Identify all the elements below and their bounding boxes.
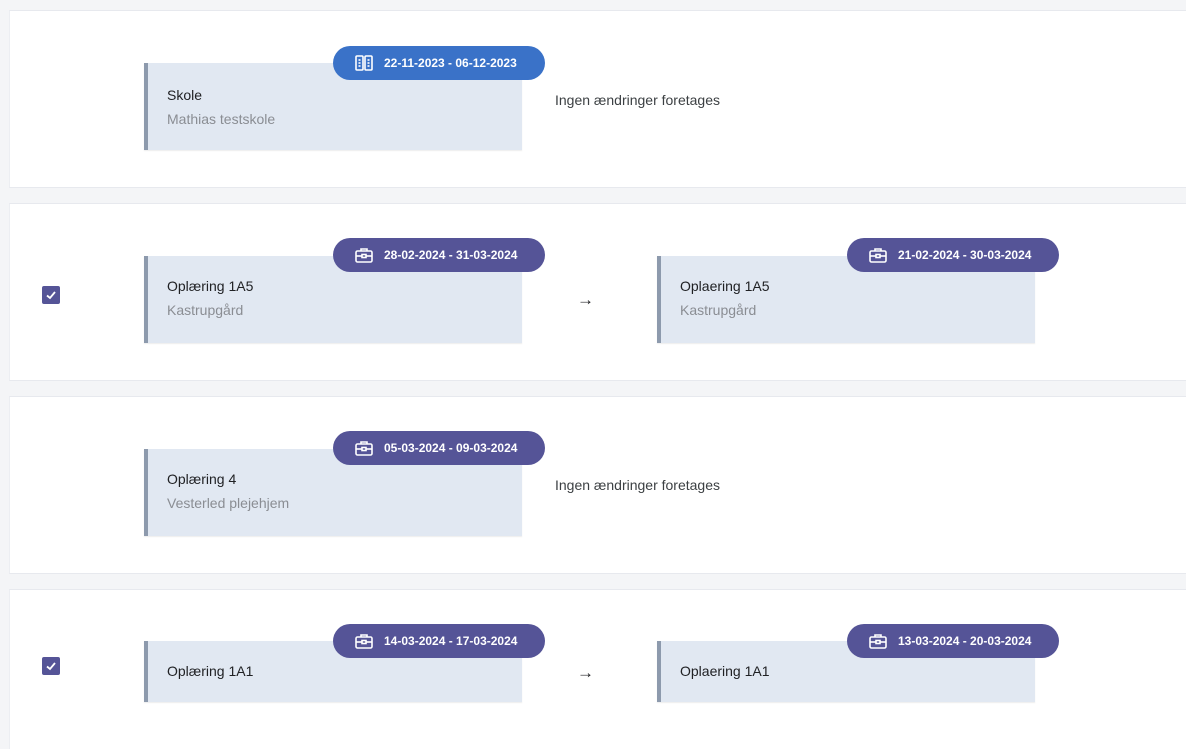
card-subtitle: Vesterled plejehjem bbox=[167, 495, 290, 511]
card-title: Oplæring 4 bbox=[167, 471, 237, 487]
row-checkbox[interactable] bbox=[42, 657, 60, 675]
date-range-text: 28-02-2024 - 31-03-2024 bbox=[384, 248, 518, 262]
card-subtitle: Mathias testskole bbox=[167, 111, 276, 127]
date-range-badge: 05-03-2024 - 09-03-2024 bbox=[333, 431, 545, 465]
date-range-badge: 14-03-2024 - 17-03-2024 bbox=[333, 624, 545, 658]
card-title: Oplaering 1A1 bbox=[680, 663, 770, 679]
card-subtitle: Kastrupgård bbox=[680, 302, 757, 318]
date-range-text: 22-11-2023 - 06-12-2023 bbox=[384, 56, 517, 70]
change-row: Oplæring 1A5 Kastrupgård 28-02-2024 - 31… bbox=[9, 203, 1186, 381]
date-range-badge: 21-02-2024 - 30-03-2024 bbox=[847, 238, 1059, 272]
date-range-badge: 13-03-2024 - 20-03-2024 bbox=[847, 624, 1059, 658]
checkmark-icon bbox=[46, 662, 56, 671]
arrow-right-icon: → bbox=[577, 663, 594, 682]
date-range-text: 05-03-2024 - 09-03-2024 bbox=[384, 441, 518, 455]
card-title: Oplæring 1A5 bbox=[167, 278, 254, 294]
no-change-note: Ingen ændringer foretages bbox=[555, 477, 720, 493]
card-title: Skole bbox=[167, 87, 203, 103]
no-change-note: Ingen ændringer foretages bbox=[555, 92, 720, 108]
briefcase-icon bbox=[867, 244, 889, 266]
date-range-text: 13-03-2024 - 20-03-2024 bbox=[898, 634, 1032, 648]
card-subtitle: Kastrupgård bbox=[167, 302, 244, 318]
school-icon bbox=[353, 52, 375, 74]
briefcase-icon bbox=[867, 630, 889, 652]
date-range-badge: 28-02-2024 - 31-03-2024 bbox=[333, 238, 545, 272]
date-range-text: 21-02-2024 - 30-03-2024 bbox=[898, 248, 1032, 262]
card-title: Oplaering 1A5 bbox=[680, 278, 770, 294]
card-title: Oplæring 1A1 bbox=[167, 663, 254, 679]
change-row: Oplæring 4 Vesterled plejehjem 05-03-202… bbox=[9, 396, 1186, 574]
change-row: Skole Mathias testskole 22-11-2023 - 06-… bbox=[9, 10, 1186, 188]
checkmark-icon bbox=[46, 291, 56, 300]
arrow-right-icon: → bbox=[577, 290, 594, 309]
date-range-badge: 22-11-2023 - 06-12-2023 bbox=[333, 46, 545, 80]
row-checkbox[interactable] bbox=[42, 286, 60, 304]
briefcase-icon bbox=[353, 437, 375, 459]
change-row: Oplæring 1A1 14-03-2024 - 17-03-2024 → O… bbox=[9, 589, 1186, 749]
date-range-text: 14-03-2024 - 17-03-2024 bbox=[384, 634, 518, 648]
briefcase-icon bbox=[353, 630, 375, 652]
briefcase-icon bbox=[353, 244, 375, 266]
